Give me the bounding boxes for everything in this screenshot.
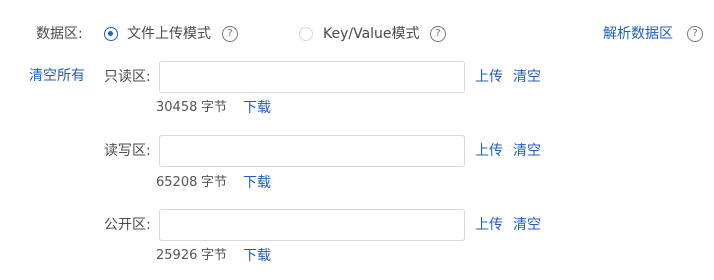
readwrite-byte-count: 65208: [156, 175, 198, 190]
question-circle-icon[interactable]: ?: [687, 26, 703, 42]
public-byte-count: 25926: [156, 248, 198, 263]
public-clear-link[interactable]: 清空: [513, 215, 541, 235]
data-area-panel: 数据区: 文件上传模式 ? Key/Value模式 ? 解析数据区 ? 清空所有…: [0, 0, 714, 280]
readonly-area-input[interactable]: [159, 61, 465, 93]
public-upload-link[interactable]: 上传: [475, 215, 503, 235]
file-upload-mode-label[interactable]: 文件上传模式: [127, 24, 211, 44]
readwrite-area-label: 读写区:: [104, 143, 151, 159]
readonly-upload-link[interactable]: 上传: [475, 67, 503, 87]
public-area-input[interactable]: [159, 209, 465, 241]
data-area-label: 数据区:: [36, 26, 83, 42]
public-byte-unit: 字节: [201, 248, 228, 263]
readwrite-area-input[interactable]: [159, 135, 465, 167]
readwrite-clear-link[interactable]: 清空: [513, 141, 541, 161]
readwrite-upload-link[interactable]: 上传: [475, 141, 503, 161]
readonly-area-label: 只读区:: [104, 69, 151, 85]
public-area-label: 公开区:: [104, 217, 151, 233]
public-download-link[interactable]: 下载: [243, 246, 271, 266]
readwrite-download-link[interactable]: 下载: [243, 173, 271, 193]
readonly-byte-unit: 字节: [201, 100, 228, 115]
radio-unselected-icon[interactable]: [299, 27, 313, 41]
parse-data-area-link[interactable]: 解析数据区: [603, 24, 673, 44]
radio-selected-icon[interactable]: [104, 27, 118, 41]
readwrite-byte-unit: 字节: [201, 175, 228, 190]
readonly-download-link[interactable]: 下载: [243, 98, 271, 118]
question-circle-icon[interactable]: ?: [430, 26, 446, 42]
key-value-mode-label[interactable]: Key/Value模式: [323, 24, 420, 44]
readonly-byte-count: 30458: [156, 100, 198, 115]
question-circle-icon[interactable]: ?: [222, 26, 238, 42]
clear-all-link[interactable]: 清空所有: [29, 66, 85, 86]
readonly-clear-link[interactable]: 清空: [513, 67, 541, 87]
